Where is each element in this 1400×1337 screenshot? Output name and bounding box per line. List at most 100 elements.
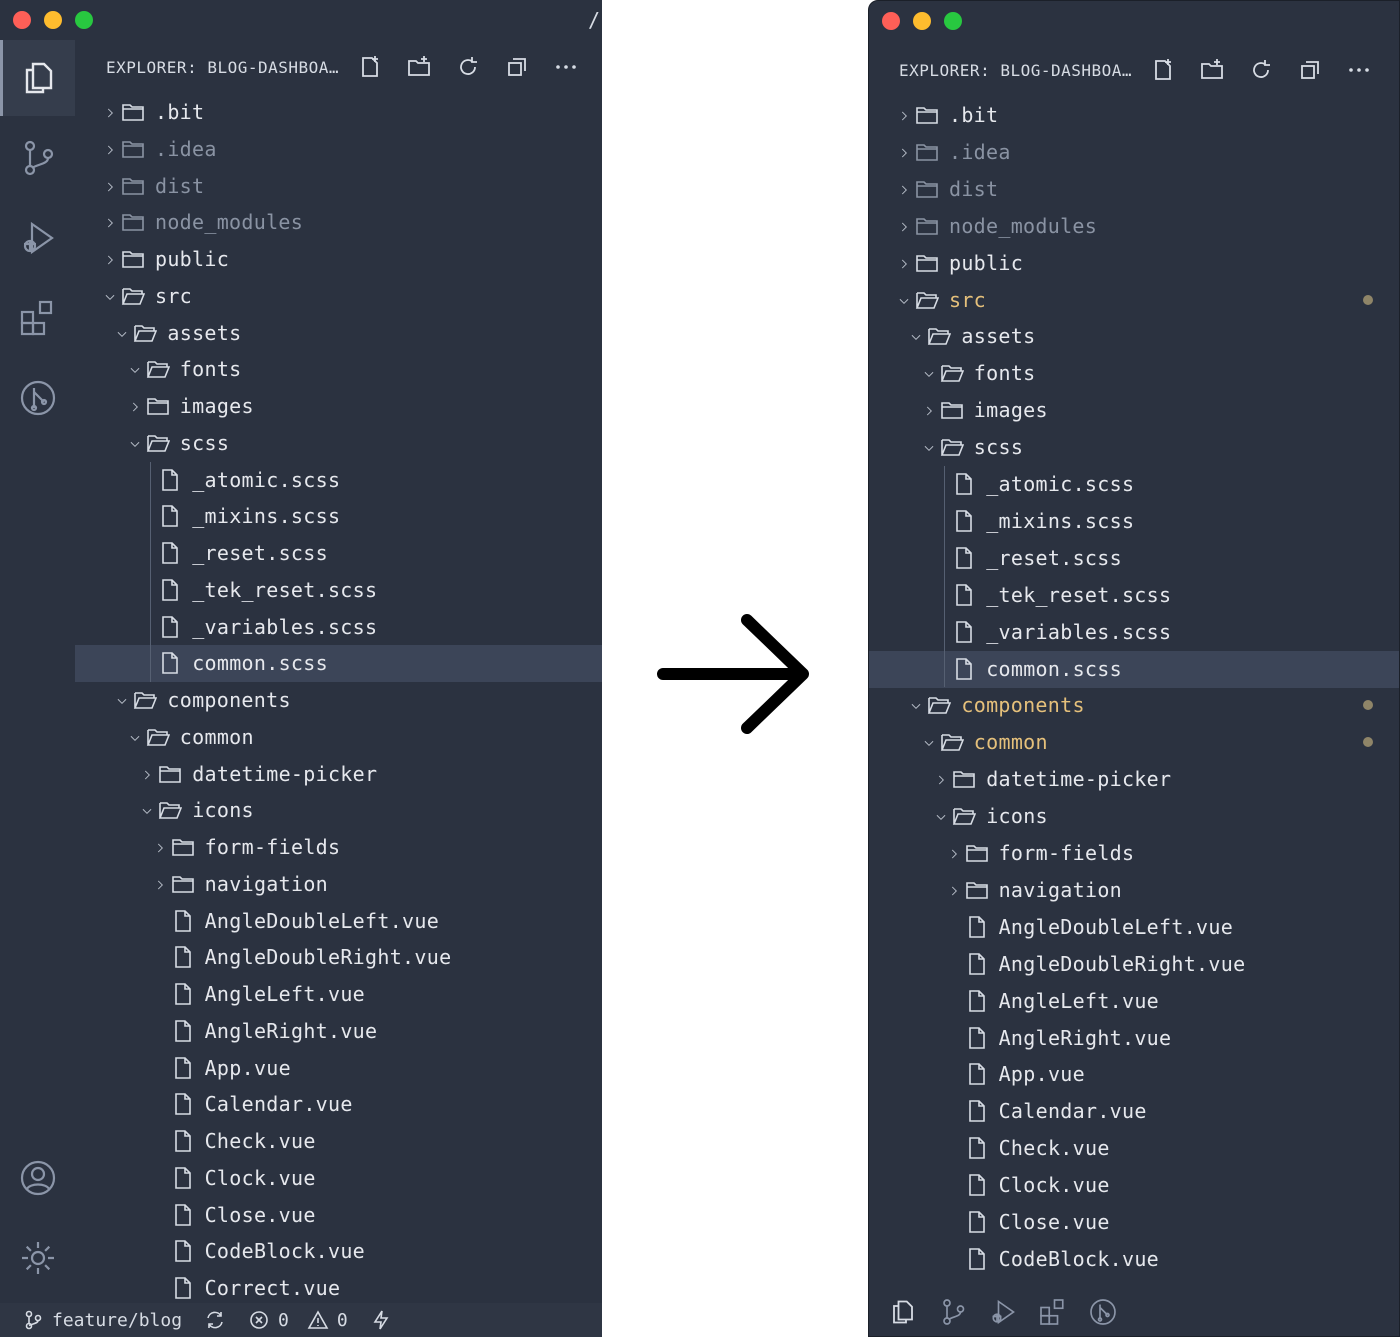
git-graph-icon[interactable] [1085,1294,1121,1330]
tree-folder[interactable]: navigation [75,866,602,903]
tree-folder[interactable]: node_modules [869,208,1399,245]
tree-file[interactable]: AngleDoubleRight.vue [869,946,1399,983]
tree-file[interactable]: CodeBlock.vue [869,1241,1399,1278]
tree-folder[interactable]: .idea [75,131,602,168]
tree-folder[interactable]: form-fields [869,835,1399,872]
tree-folder[interactable]: images [75,388,602,425]
new-folder-icon[interactable] [406,54,432,80]
chevron-down-icon[interactable] [103,290,117,304]
chevron-right-icon[interactable] [103,180,117,194]
tree-file[interactable]: _tek_reset.scss [75,572,602,609]
chevron-down-icon[interactable] [922,367,936,381]
run-debug-icon[interactable] [0,200,75,276]
tree-folder[interactable]: components [75,682,602,719]
tree-file[interactable]: _reset.scss [75,535,602,572]
run-debug-icon[interactable] [985,1294,1021,1330]
tree-file[interactable]: common.scss [75,645,602,683]
chevron-down-icon[interactable] [128,363,142,377]
settings-gear-icon[interactable] [0,1220,75,1296]
chevron-right-icon[interactable] [897,220,911,234]
tree-folder[interactable]: fonts [75,351,602,388]
tree-file[interactable]: App.vue [869,1056,1399,1093]
tree-folder[interactable]: common [75,719,602,756]
tree-folder[interactable]: components [869,687,1399,724]
tree-file[interactable]: AngleRight.vue [869,1020,1399,1057]
chevron-right-icon[interactable] [103,143,117,157]
minimize-window-button-after[interactable] [913,12,931,30]
tree-folder[interactable]: src [869,282,1399,319]
tree-file[interactable]: CodeBlock.vue [75,1233,602,1270]
tree-file[interactable]: Close.vue [869,1204,1399,1241]
tree-file[interactable]: common.scss [869,650,1399,688]
tree-folder[interactable]: assets [869,318,1399,355]
tree-folder[interactable]: dist [869,171,1399,208]
chevron-down-icon[interactable] [115,327,129,341]
chevron-right-icon[interactable] [934,773,948,787]
refresh-icon[interactable] [1248,57,1274,83]
more-icon[interactable] [1346,57,1372,83]
chevron-right-icon[interactable] [897,257,911,271]
explorer-icon[interactable] [0,40,75,116]
chevron-down-icon[interactable] [128,731,142,745]
tree-folder[interactable]: navigation [869,872,1399,909]
tree-file[interactable]: Calendar.vue [75,1086,602,1123]
git-graph-icon[interactable] [0,360,75,436]
tree-folder[interactable]: public [75,241,602,278]
close-window-button-after[interactable] [882,12,900,30]
tree-file[interactable]: Calendar.vue [869,1093,1399,1130]
tree-folder[interactable]: fonts [869,355,1399,392]
tree-file[interactable]: Check.vue [75,1123,602,1160]
chevron-right-icon[interactable] [103,216,117,230]
chevron-down-icon[interactable] [115,694,129,708]
branch-indicator[interactable]: feature/blog [22,1309,182,1331]
source-control-icon[interactable] [0,120,75,196]
tree-file[interactable]: Correct.vue [75,1270,602,1307]
collapse-all-icon[interactable] [504,54,530,80]
problems-indicator[interactable]: 0 0 [248,1309,348,1331]
chevron-right-icon[interactable] [140,768,154,782]
tree-file[interactable]: _reset.scss [869,540,1399,577]
tree-file[interactable]: Clock.vue [75,1160,602,1197]
tree-file[interactable]: _tek_reset.scss [869,577,1399,614]
tree-folder[interactable]: assets [75,315,602,352]
chevron-down-icon[interactable] [909,699,923,713]
tree-file[interactable]: AngleRight.vue [75,1013,602,1050]
tree-file[interactable]: AngleDoubleLeft.vue [75,903,602,940]
chevron-right-icon[interactable] [897,109,911,123]
chevron-down-icon[interactable] [934,810,948,824]
zoom-window-button-after[interactable] [944,12,962,30]
chevron-down-icon[interactable] [922,736,936,750]
tree-folder[interactable]: icons [869,798,1399,835]
tree-file[interactable]: _variables.scss [869,614,1399,651]
tree-folder[interactable]: .idea [869,134,1399,171]
sync-button[interactable] [204,1309,226,1331]
chevron-right-icon[interactable] [153,841,167,855]
tree-file[interactable]: App.vue [75,1050,602,1087]
tree-file[interactable]: AngleLeft.vue [75,976,602,1013]
tree-folder[interactable]: scss [869,429,1399,466]
tree-file[interactable]: _atomic.scss [75,462,602,499]
chevron-right-icon[interactable] [153,878,167,892]
chevron-right-icon[interactable] [128,400,142,414]
tree-folder[interactable]: public [869,245,1399,282]
chevron-right-icon[interactable] [947,847,961,861]
tree-file[interactable]: AngleDoubleRight.vue [75,939,602,976]
chevron-down-icon[interactable] [922,441,936,455]
extensions-icon[interactable] [0,280,75,356]
tree-folder[interactable]: datetime-picker [75,756,602,793]
chevron-right-icon[interactable] [103,253,117,267]
notifications-button[interactable] [370,1309,392,1331]
chevron-down-icon[interactable] [909,330,923,344]
tree-folder[interactable]: form-fields [75,829,602,866]
chevron-down-icon[interactable] [140,804,154,818]
tree-folder[interactable]: scss [75,425,602,462]
tree-folder[interactable]: node_modules [75,204,602,241]
tree-file[interactable]: _atomic.scss [869,466,1399,503]
tree-file[interactable]: Clock.vue [869,1167,1399,1204]
chevron-right-icon[interactable] [897,183,911,197]
chevron-right-icon[interactable] [103,106,117,120]
account-icon[interactable] [0,1140,75,1216]
new-file-icon[interactable] [1150,57,1176,83]
tree-folder[interactable]: .bit [869,97,1399,134]
tree-file[interactable]: AngleLeft.vue [869,983,1399,1020]
